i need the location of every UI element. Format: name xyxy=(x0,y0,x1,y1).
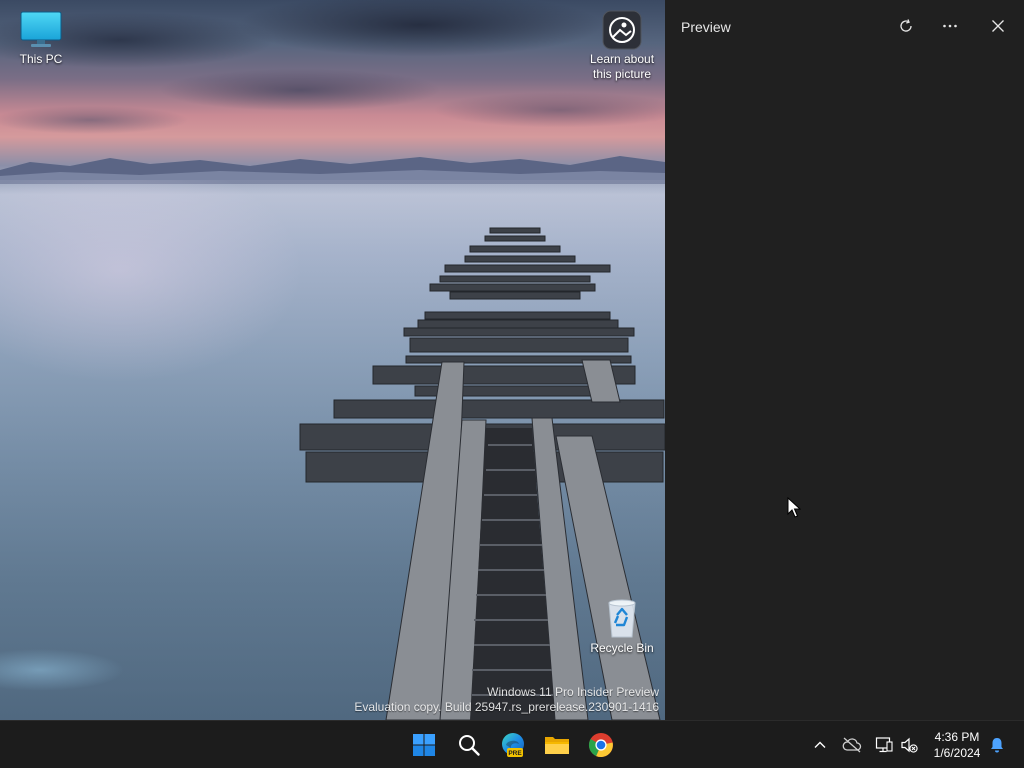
desktop-icon-recycle-bin[interactable]: Recycle Bin xyxy=(582,597,662,656)
start-button[interactable] xyxy=(406,727,442,763)
recycle-bin-icon xyxy=(608,599,636,638)
chrome-button[interactable] xyxy=(583,727,619,763)
show-hidden-icons-button[interactable] xyxy=(808,733,832,757)
network-button[interactable] xyxy=(872,733,896,757)
notification-center-button[interactable] xyxy=(985,733,1009,757)
edge-pre-badge: PRE xyxy=(508,750,522,757)
refresh-icon xyxy=(900,19,912,32)
watermark-build: Evaluation copy. Build 25947.rs_prerelea… xyxy=(354,700,659,714)
clock-date: 1/6/2024 xyxy=(933,746,981,760)
chrome-icon xyxy=(588,733,613,758)
preview-pane: Preview xyxy=(665,0,1024,720)
file-explorer-button[interactable] xyxy=(539,727,575,763)
volume-button[interactable] xyxy=(897,733,921,757)
close-icon xyxy=(992,20,1004,32)
chevron-up-icon xyxy=(814,741,826,748)
learn-about-picture-icon xyxy=(602,10,642,50)
onedrive-status-button[interactable] xyxy=(840,733,864,757)
wallpaper-pier xyxy=(299,227,665,720)
monitor-icon xyxy=(20,11,62,47)
desktop-wallpaper[interactable]: This PC Learn about this picture Recycle… xyxy=(0,0,665,720)
learn-about-label: Learn about this picture xyxy=(589,52,655,81)
start-icon xyxy=(413,734,435,756)
more-options-icon xyxy=(943,24,957,28)
close-pane-button[interactable] xyxy=(982,12,1014,40)
preview-pane-title: Preview xyxy=(681,19,731,35)
notification-bell-icon xyxy=(991,738,1003,753)
watermark-edition: Windows 11 Pro Insider Preview xyxy=(487,685,659,699)
search-icon xyxy=(459,735,480,756)
windows-watermark: Windows 11 Pro Insider Preview Evaluatio… xyxy=(354,685,659,715)
mouse-cursor-icon xyxy=(787,496,802,524)
search-button[interactable] xyxy=(451,727,487,763)
taskbar: PRE 4:36 PM 1/6/2024 xyxy=(0,720,1024,768)
edge-pre-icon: PRE xyxy=(502,733,524,757)
this-pc-label: This PC xyxy=(19,52,63,66)
desktop-icon-this-pc[interactable]: This PC xyxy=(1,10,81,67)
desktop-icon-learn-about-picture[interactable]: Learn about this picture xyxy=(582,10,662,82)
onedrive-offline-icon xyxy=(842,737,862,753)
network-icon xyxy=(875,737,893,753)
clock-time: 4:36 PM xyxy=(934,730,980,744)
volume-muted-icon xyxy=(901,737,918,753)
more-options-button[interactable] xyxy=(934,12,966,40)
edge-pre-button[interactable]: PRE xyxy=(495,727,531,763)
taskbar-clock[interactable]: 4:36 PM 1/6/2024 xyxy=(926,729,988,761)
file-explorer-icon xyxy=(545,737,569,754)
refresh-button[interactable] xyxy=(890,12,922,40)
recycle-bin-label: Recycle Bin xyxy=(590,641,654,655)
